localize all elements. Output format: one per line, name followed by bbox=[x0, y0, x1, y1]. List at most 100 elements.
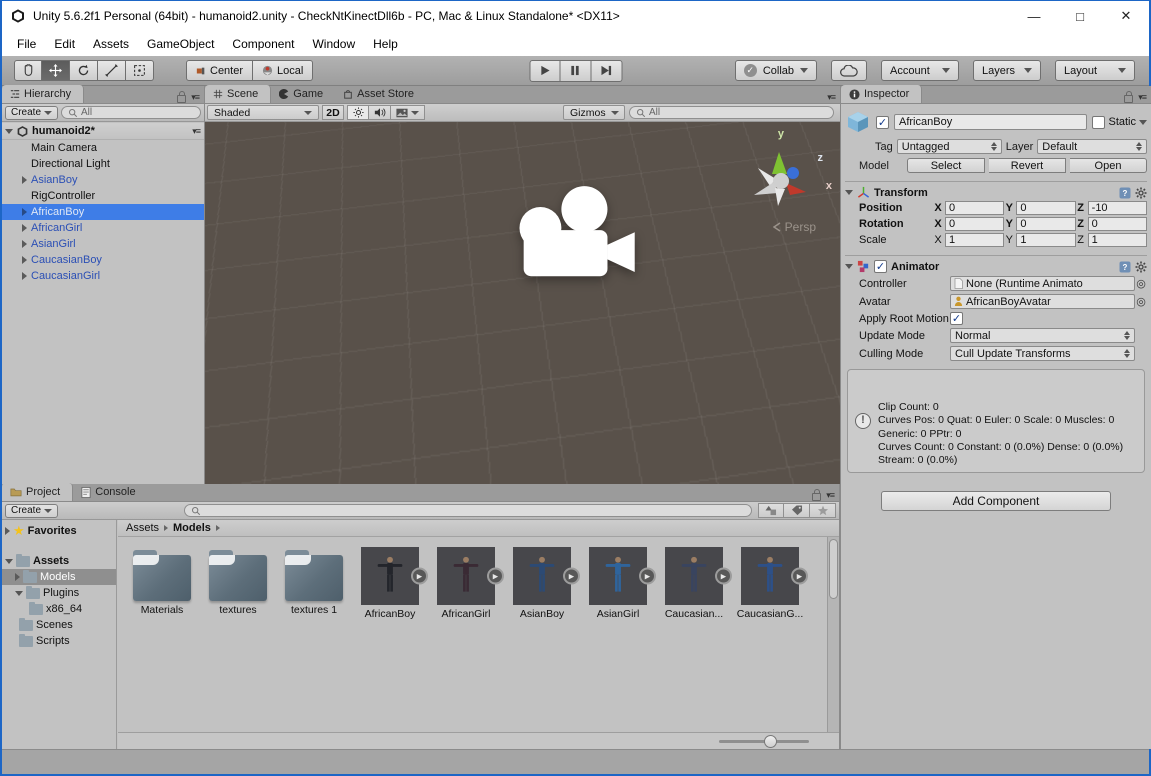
tree-item-x86-64[interactable]: x86_64 bbox=[2, 601, 116, 617]
rotate-tool-icon[interactable] bbox=[70, 60, 98, 81]
expand-triangle-icon[interactable] bbox=[5, 129, 13, 134]
expand-triangle-icon[interactable] bbox=[845, 264, 853, 269]
game-tab[interactable]: Game bbox=[271, 85, 335, 103]
transform-y-field[interactable]: 0 bbox=[1016, 217, 1075, 231]
asset-model[interactable]: ▶ CaucasianG... bbox=[738, 547, 802, 620]
hierarchy-item[interactable]: CaucasianGirl bbox=[2, 268, 204, 284]
chevron-down-icon[interactable] bbox=[1139, 120, 1147, 125]
expand-triangle-icon[interactable] bbox=[15, 591, 23, 596]
scale-tool-icon[interactable] bbox=[98, 60, 126, 81]
transform-z-field[interactable]: 1 bbox=[1088, 233, 1147, 247]
preview-play-icon[interactable]: ▶ bbox=[715, 568, 732, 585]
preview-play-icon[interactable]: ▶ bbox=[563, 568, 580, 585]
active-checkbox[interactable]: ✓ bbox=[876, 116, 889, 129]
preview-play-icon[interactable]: ▶ bbox=[487, 568, 504, 585]
asset-model[interactable]: ▶ AfricanBoy bbox=[358, 547, 422, 620]
tree-item-plugins[interactable]: Plugins bbox=[2, 585, 116, 601]
console-tab[interactable]: Console bbox=[73, 483, 147, 501]
model-revert-button[interactable]: Revert bbox=[989, 158, 1066, 173]
controller-field[interactable]: None (Runtime Animato bbox=[950, 276, 1135, 291]
apply-root-motion-checkbox[interactable]: ✓ bbox=[950, 312, 963, 325]
transform-x-field[interactable]: 0 bbox=[945, 201, 1004, 215]
animator-header[interactable]: ✓ Animator ? bbox=[845, 255, 1147, 273]
perspective-label[interactable]: Persp bbox=[773, 220, 816, 234]
project-tab[interactable]: Project bbox=[2, 483, 73, 501]
hierarchy-create-button[interactable]: Create bbox=[5, 106, 58, 120]
expand-triangle-icon[interactable] bbox=[22, 176, 27, 184]
animator-enabled-checkbox[interactable]: ✓ bbox=[874, 260, 887, 273]
transform-x-field[interactable]: 1 bbox=[945, 233, 1004, 247]
expand-triangle-icon[interactable] bbox=[5, 559, 13, 564]
hand-tool-icon[interactable] bbox=[14, 60, 42, 81]
favorites-filter-button[interactable] bbox=[810, 503, 836, 518]
expand-triangle-icon[interactable] bbox=[22, 240, 27, 248]
lighting-toggle-button[interactable] bbox=[347, 105, 369, 120]
expand-triangle-icon[interactable] bbox=[5, 527, 10, 535]
play-button[interactable] bbox=[529, 60, 560, 82]
scene-viewport[interactable]: y z x Persp bbox=[205, 122, 840, 484]
help-icon[interactable]: ? bbox=[1119, 187, 1131, 199]
update-mode-dropdown[interactable]: Normal bbox=[950, 328, 1135, 343]
audio-toggle-button[interactable] bbox=[369, 105, 391, 120]
asset-model[interactable]: ▶ AsianBoy bbox=[510, 547, 574, 620]
hierarchy-item[interactable]: CaucasianBoy bbox=[2, 252, 204, 268]
effects-dropdown-button[interactable] bbox=[391, 105, 425, 120]
breadcrumb-models[interactable]: Models bbox=[173, 522, 211, 534]
account-dropdown[interactable]: Account bbox=[881, 60, 959, 81]
hierarchy-item[interactable]: AfricanGirl bbox=[2, 220, 204, 236]
scene-search-input[interactable]: All bbox=[629, 106, 834, 119]
gear-icon[interactable] bbox=[1135, 187, 1147, 199]
culling-mode-dropdown[interactable]: Cull Update Transforms bbox=[950, 346, 1135, 361]
asset-model[interactable]: ▶ AsianGirl bbox=[586, 547, 650, 620]
asset-model[interactable]: ▶ Caucasian... bbox=[662, 547, 726, 620]
hierarchy-item[interactable]: AsianGirl bbox=[2, 236, 204, 252]
expand-triangle-icon[interactable] bbox=[22, 224, 27, 232]
add-component-button[interactable]: Add Component bbox=[881, 491, 1111, 511]
tree-item-assets[interactable]: Assets bbox=[2, 553, 116, 569]
panel-menu-icon[interactable]: ▾≡ bbox=[191, 92, 199, 103]
transform-z-field[interactable]: 0 bbox=[1088, 217, 1147, 231]
expand-triangle-icon[interactable] bbox=[845, 190, 853, 195]
transform-x-field[interactable]: 0 bbox=[945, 217, 1004, 231]
lock-icon[interactable] bbox=[812, 493, 821, 501]
layers-dropdown[interactable]: Layers bbox=[973, 60, 1041, 81]
close-button[interactable]: ✕ bbox=[1103, 1, 1149, 31]
slider-knob[interactable] bbox=[764, 735, 777, 748]
step-button[interactable] bbox=[591, 60, 622, 82]
help-icon[interactable]: ? bbox=[1119, 261, 1131, 273]
tag-dropdown[interactable]: Untagged bbox=[897, 139, 1002, 154]
avatar-field[interactable]: AfricanBoyAvatar bbox=[950, 294, 1135, 309]
2d-toggle-button[interactable]: 2D bbox=[322, 105, 344, 120]
scene-menu-icon[interactable]: ▾≡ bbox=[192, 126, 200, 137]
camera-gizmo-icon[interactable] bbox=[495, 184, 655, 294]
shading-mode-dropdown[interactable]: Shaded bbox=[207, 105, 319, 120]
layer-dropdown[interactable]: Default bbox=[1037, 139, 1147, 154]
model-open-button[interactable]: Open bbox=[1070, 158, 1147, 173]
model-select-button[interactable]: Select bbox=[907, 158, 985, 173]
asset-folder[interactable]: Materials bbox=[130, 547, 194, 620]
hierarchy-item[interactable]: Directional Light bbox=[2, 156, 204, 172]
inspector-tab[interactable]: Inspector bbox=[841, 85, 922, 103]
project-create-button[interactable]: Create bbox=[5, 504, 58, 518]
panel-menu-icon[interactable]: ▾≡ bbox=[1138, 92, 1146, 103]
panel-menu-icon[interactable]: ▾≡ bbox=[827, 92, 835, 103]
gizmos-dropdown[interactable]: Gizmos bbox=[563, 105, 625, 120]
expand-triangle-icon[interactable] bbox=[15, 573, 20, 581]
gear-icon[interactable] bbox=[1135, 261, 1147, 273]
breadcrumb-assets[interactable]: Assets bbox=[126, 522, 159, 534]
menu-item[interactable]: Assets bbox=[84, 31, 138, 56]
transform-z-field[interactable]: -10 bbox=[1088, 201, 1147, 215]
hierarchy-search-input[interactable]: All bbox=[61, 106, 201, 119]
minimize-button[interactable]: — bbox=[1011, 1, 1057, 31]
hierarchy-item[interactable]: Main Camera bbox=[2, 140, 204, 156]
hierarchy-item[interactable]: AsianBoy bbox=[2, 172, 204, 188]
expand-triangle-icon[interactable] bbox=[22, 256, 27, 264]
pause-button[interactable] bbox=[560, 60, 591, 82]
search-by-label-button[interactable] bbox=[784, 503, 810, 518]
tree-item-scenes[interactable]: Scenes bbox=[2, 617, 116, 633]
axis-orientation-gizmo[interactable] bbox=[744, 140, 822, 218]
move-tool-icon[interactable] bbox=[42, 60, 70, 81]
transform-y-field[interactable]: 0 bbox=[1016, 201, 1075, 215]
maximize-button[interactable]: □ bbox=[1057, 1, 1103, 31]
rect-tool-icon[interactable] bbox=[126, 60, 154, 81]
